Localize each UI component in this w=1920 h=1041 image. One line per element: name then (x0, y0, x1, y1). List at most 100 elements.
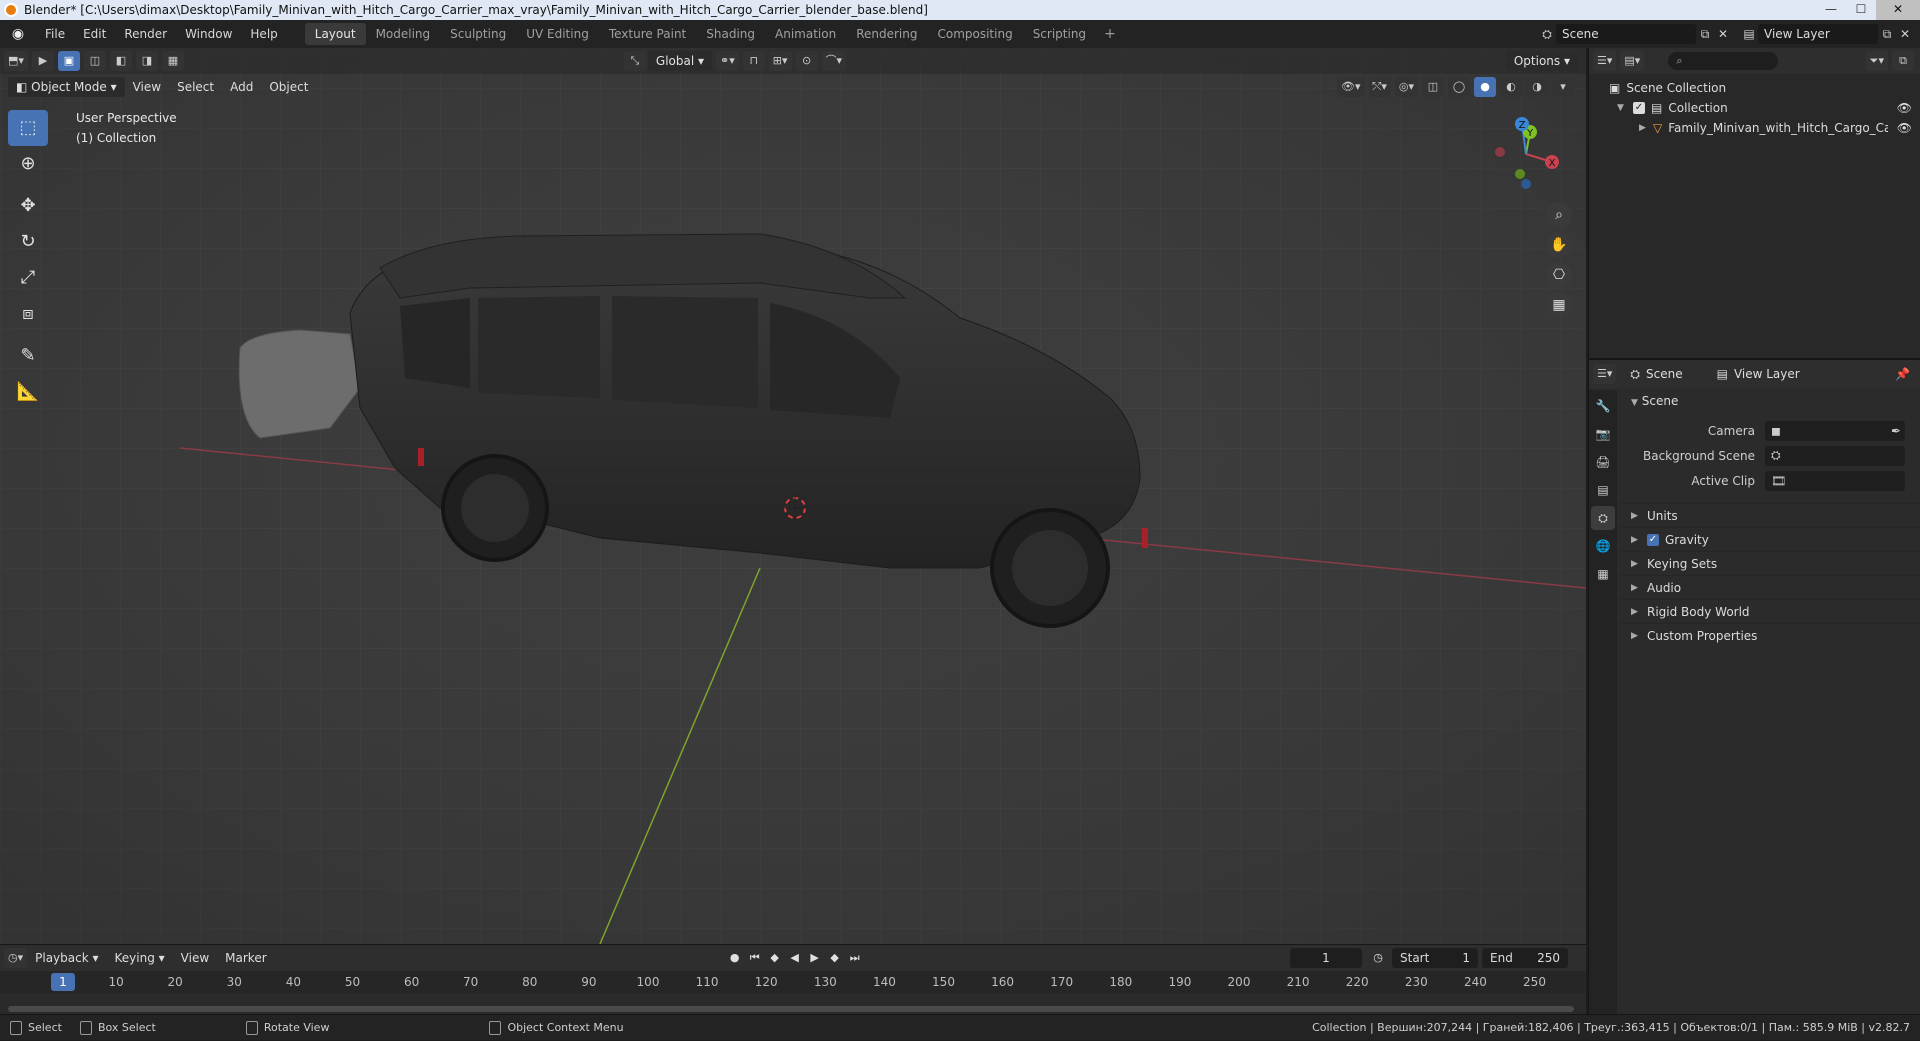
pivot-point-icon[interactable]: ⚭▾ (716, 51, 739, 71)
audio-panel[interactable]: ▶ Audio (1619, 575, 1919, 599)
expand-collection-icon[interactable]: ▼ (1617, 103, 1627, 113)
outliner-editor-type-icon[interactable]: ☰▾ (1593, 51, 1617, 71)
select-subtract-icon[interactable]: ◧ (109, 51, 132, 71)
current-frame-field[interactable]: 1 (1290, 948, 1362, 968)
next-keyframe-icon[interactable]: ◆ (825, 948, 845, 968)
properties-scene-label[interactable]: Scene (1646, 367, 1683, 381)
object-mode-dropdown[interactable]: ◧ Object Mode ▾ (8, 77, 125, 97)
3d-viewport[interactable]: ⬒▾ ▶ ▣ ◫ ◧ ◨ ▦ ⤡ Global ▾ ⚭▾ ⊓ ⊞▾ ⊙ ⌒▾ O… (0, 48, 1586, 944)
options-dropdown[interactable]: Options ▾ (1505, 51, 1578, 71)
eyedropper-icon[interactable]: ✒ (1891, 424, 1901, 438)
menu-render[interactable]: Render (115, 20, 176, 48)
menu-edit[interactable]: Edit (74, 20, 115, 48)
collection-visibility-icon[interactable]: 👁 (1897, 101, 1912, 115)
tab-layout[interactable]: Layout (304, 23, 366, 45)
wireframe-shading-icon[interactable]: ◯ (1448, 77, 1470, 97)
custom-properties-panel[interactable]: ▶ Custom Properties (1619, 623, 1919, 647)
tab-texture-paint[interactable]: Texture Paint (599, 23, 696, 45)
render-tab-icon[interactable]: 📷 (1591, 422, 1615, 446)
play-icon[interactable]: ▶ (805, 948, 825, 968)
new-scene-icon[interactable]: ⧉ (1696, 25, 1714, 43)
proportional-edit-icon[interactable]: ⊙ (795, 51, 818, 71)
gravity-checkbox[interactable]: ✓ (1647, 533, 1659, 546)
menu-add[interactable]: Add (222, 75, 261, 99)
timeline-scrollbar[interactable] (8, 1006, 1574, 1012)
new-view-layer-icon[interactable]: ⧉ (1878, 25, 1896, 43)
menu-help[interactable]: Help (241, 20, 286, 48)
rigid-body-world-panel[interactable]: ▶ Rigid Body World (1619, 599, 1919, 623)
menu-object[interactable]: Object (261, 75, 316, 99)
new-collection-icon[interactable]: ⧉ (1892, 51, 1914, 71)
start-frame-field[interactable]: Start 1 (1392, 948, 1478, 968)
world-tab-icon[interactable]: 🌐 (1591, 534, 1615, 558)
timeline-ruler[interactable]: 1 10 20 30 40 50 60 70 80 90 100 110 120 130 140 150 160… (0, 971, 1586, 993)
background-scene-field[interactable]: ⛭ (1765, 445, 1905, 466)
rendered-shading-icon[interactable]: ◑ (1526, 77, 1548, 97)
select-extend-icon[interactable]: ◫ (83, 51, 106, 71)
pan-hand-icon[interactable]: ✋ (1546, 232, 1572, 258)
ortho-grid-icon[interactable]: ▦ (1546, 292, 1572, 318)
menu-keying[interactable]: Keying ▾ (107, 946, 173, 970)
properties-view-layer-label[interactable]: View Layer (1734, 367, 1800, 381)
delete-scene-icon[interactable]: ✕ (1714, 25, 1732, 43)
pin-icon[interactable]: 📌 (1895, 367, 1910, 381)
add-workspace-button[interactable]: + (1096, 23, 1124, 45)
overlays-icon[interactable]: ◎▾ (1394, 77, 1418, 97)
navigation-gizmo[interactable]: X Y Z (1486, 114, 1566, 194)
shading-options-icon[interactable]: ▾ (1552, 77, 1574, 97)
outliner-collection[interactable]: ▼ ✓ ▤ Collection 👁 (1589, 98, 1920, 118)
blender-menu-icon[interactable]: ◉ (8, 24, 28, 44)
editor-type-button[interactable]: ⬒▾ (4, 51, 28, 71)
xray-icon[interactable]: ◫ (1422, 77, 1444, 97)
tool-settings-tab-icon[interactable]: 🔧 (1591, 394, 1615, 418)
tab-modeling[interactable]: Modeling (366, 23, 441, 45)
view-layer-browse-icon[interactable]: ▤ (1740, 25, 1758, 43)
snap-target-icon[interactable]: ⊞▾ (768, 51, 792, 71)
collection-checkbox[interactable]: ✓ (1633, 102, 1645, 114)
close-button[interactable]: ✕ (1876, 0, 1920, 20)
material-shading-icon[interactable]: ◐ (1500, 77, 1522, 97)
move-tool-icon[interactable]: ✥ (8, 188, 48, 224)
record-icon[interactable]: ● (725, 948, 745, 968)
menu-marker[interactable]: Marker (217, 946, 274, 970)
active-clip-field[interactable]: 🎞 (1765, 470, 1905, 491)
measure-tool-icon[interactable]: 📐 (8, 374, 48, 410)
annotate-tool-icon[interactable]: ✎ (8, 338, 48, 374)
select-intersect-icon[interactable]: ▦ (161, 51, 184, 71)
output-tab-icon[interactable]: 🖨 (1591, 450, 1615, 474)
scene-panel-header[interactable]: ▼ Scene (1619, 390, 1919, 412)
timeline-editor-type-icon[interactable]: ◷▾ (4, 948, 28, 968)
jump-start-icon[interactable]: ⏮ (745, 948, 765, 968)
select-new-icon[interactable]: ▣ (57, 51, 80, 71)
select-invert-icon[interactable]: ◨ (135, 51, 158, 71)
scene-browse-icon[interactable]: ⛭ (1538, 25, 1556, 43)
rotate-tool-icon[interactable]: ↻ (8, 224, 48, 260)
filter-icon[interactable]: ⏷▾ (1865, 51, 1888, 71)
maximize-button[interactable]: ☐ (1846, 0, 1876, 20)
outliner-search-input[interactable]: ⌕ (1668, 52, 1779, 70)
menu-window[interactable]: Window (176, 20, 241, 48)
preview-range-icon[interactable]: ◷ (1368, 948, 1388, 968)
menu-view[interactable]: View (125, 75, 169, 99)
expand-object-icon[interactable]: ▶ (1639, 123, 1649, 133)
falloff-icon[interactable]: ⌒▾ (821, 51, 847, 71)
units-panel[interactable]: ▶ Units (1619, 503, 1919, 527)
cursor-tool-icon[interactable]: ⊕ (8, 146, 48, 182)
prev-keyframe-icon[interactable]: ◆ (765, 948, 785, 968)
transform-orientation-icon[interactable]: ⤡ (623, 51, 646, 71)
display-mode-icon[interactable]: ▤▾ (1620, 51, 1645, 71)
outliner-object[interactable]: ▶ ▽ Family_Minivan_with_Hitch_Cargo_Carr… (1589, 118, 1920, 138)
tab-scripting[interactable]: Scripting (1023, 23, 1096, 45)
tab-compositing[interactable]: Compositing (927, 23, 1022, 45)
select-box-tool-icon[interactable]: ⬚ (8, 110, 48, 146)
transform-orientation-dropdown[interactable]: Global ▾ (647, 51, 713, 71)
play-reverse-icon[interactable]: ◀ (785, 948, 805, 968)
scale-tool-icon[interactable]: ⤢ (8, 260, 48, 296)
solid-shading-icon[interactable]: ● (1474, 77, 1496, 97)
jump-end-icon[interactable]: ⏭ (845, 948, 865, 968)
properties-editor-type-icon[interactable]: ☰▾ (1593, 364, 1617, 384)
view-layer-selector[interactable]: View Layer (1758, 24, 1878, 44)
end-frame-field[interactable]: End 250 (1482, 948, 1568, 968)
outliner-scene-collection[interactable]: ▣ Scene Collection (1589, 78, 1920, 98)
select-mode-button[interactable]: ▶ (31, 51, 54, 71)
